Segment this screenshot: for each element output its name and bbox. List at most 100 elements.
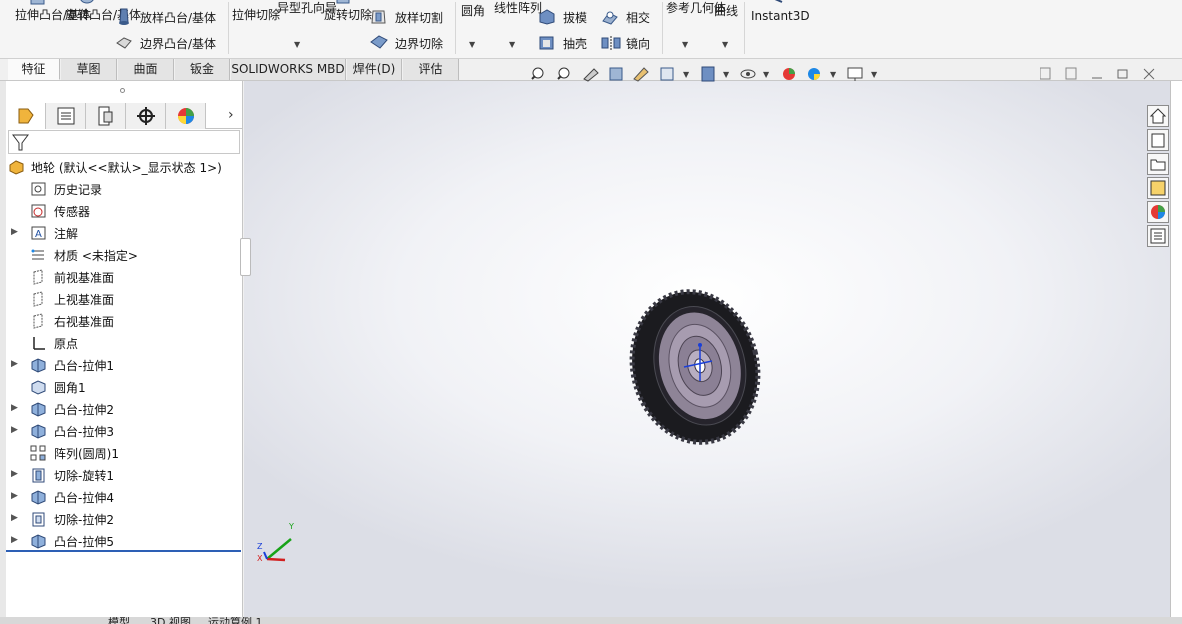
design-library-button[interactable]: [1147, 129, 1169, 151]
chevron-right-icon[interactable]: ›: [228, 107, 234, 123]
expand-arrow-icon[interactable]: ▶: [11, 535, 18, 545]
instant3d-icon: [766, 0, 784, 6]
linear-pattern-dropdown-icon[interactable]: ▼: [509, 40, 515, 49]
dimxpert-tab[interactable]: [126, 103, 166, 129]
tab-model[interactable]: 模型: [108, 617, 130, 624]
ribbon-separator: [228, 2, 229, 54]
view-settings-icon: [847, 67, 863, 81]
tree-item-sensors[interactable]: 传感器: [0, 200, 240, 222]
feature-manager-tab[interactable]: [6, 103, 46, 129]
tree-item-origin[interactable]: 原点: [0, 332, 240, 354]
expand-arrow-icon[interactable]: ▶: [11, 469, 18, 479]
solidworks-resources-button[interactable]: [1147, 105, 1169, 127]
curves-dropdown-icon[interactable]: ▼: [722, 40, 728, 49]
expand-arrow-icon[interactable]: ▶: [11, 425, 18, 435]
instant3d-button[interactable]: Instant3D: [751, 9, 810, 23]
rollback-bar[interactable]: [6, 550, 241, 552]
tree-item-cut-extrude2[interactable]: ▶ 切除-拉伸2: [0, 508, 240, 530]
tab-motion-study[interactable]: 运动算例 1: [208, 617, 263, 624]
view-palette-button[interactable]: [1147, 177, 1169, 199]
linear-pattern-button[interactable]: 线性阵列: [494, 2, 542, 15]
loft-boss-button[interactable]: 放样凸台/基体: [140, 9, 216, 26]
triad-x-label: X: [257, 554, 263, 563]
appearances-button[interactable]: [1147, 201, 1169, 223]
draft-button[interactable]: 拔模: [563, 9, 587, 26]
boundary-boss-icon: [115, 35, 132, 51]
crosshair-icon: [137, 107, 155, 125]
display-manager-tab[interactable]: [166, 103, 206, 129]
intersect-button[interactable]: 相交: [626, 9, 650, 26]
history-feature-icon: [31, 182, 46, 196]
wheel-3d-model[interactable]: [620, 285, 770, 450]
tree-item-fillet1[interactable]: 圆角1: [0, 376, 240, 398]
tree-item-top-plane[interactable]: 上视基准面: [0, 288, 240, 310]
hole-wizard-dropdown-icon[interactable]: ▼: [294, 40, 300, 49]
boss-feature-icon: [31, 424, 46, 439]
tree-item-circular-pattern1[interactable]: 阵列(圆周)1: [0, 442, 240, 464]
tree-item-boss-extrude4[interactable]: ▶ 凸台-拉伸4: [0, 486, 240, 508]
revolve-cut-button[interactable]: 旋转切除: [324, 9, 372, 22]
fillet-feature-icon: [31, 380, 46, 395]
expand-arrow-icon[interactable]: ▶: [11, 513, 18, 523]
intersect-icon: [601, 9, 618, 25]
tree-item-front-plane[interactable]: 前视基准面: [0, 266, 240, 288]
tree-filter-box[interactable]: [8, 130, 240, 154]
expand-arrow-icon[interactable]: ▶: [11, 491, 18, 501]
part-name-label: 地轮 (默认<<默认>_显示状态 1>): [31, 161, 222, 175]
home-icon: [1149, 108, 1167, 124]
plane-feature-icon: [33, 291, 43, 307]
curves-button[interactable]: 曲线: [714, 2, 738, 19]
property-manager-tab[interactable]: [46, 103, 86, 129]
configuration-icon: [98, 106, 113, 126]
configuration-manager-tab[interactable]: [86, 103, 126, 129]
tree-root-part[interactable]: 地轮 (默认<<默认>_显示状态 1>): [0, 156, 240, 178]
hole-wizard-button[interactable]: 异型孔向导: [277, 2, 337, 15]
tab-solidworks-mbd[interactable]: SOLIDWORKS MBD: [231, 59, 346, 80]
boundary-boss-button[interactable]: 边界凸台/基体: [140, 35, 216, 52]
view-palette-icon: [1150, 180, 1166, 196]
tree-item-boss-extrude2[interactable]: ▶ 凸台-拉伸2: [0, 398, 240, 420]
custom-properties-button[interactable]: [1147, 225, 1169, 247]
ref-geometry-button[interactable]: 参考几何体: [666, 2, 726, 15]
tree-item-boss-extrude5[interactable]: ▶ 凸台-拉伸5: [0, 530, 240, 552]
tree-item-label: 阵列(圆周)1: [54, 447, 119, 461]
expand-arrow-icon[interactable]: ▶: [11, 227, 18, 237]
tree-item-right-plane[interactable]: 右视基准面: [0, 310, 240, 332]
extrude-boss-button[interactable]: 拉伸凸台/基体: [15, 9, 91, 22]
svg-text:▼: ▼: [683, 70, 690, 79]
tree-item-history[interactable]: 历史记录: [0, 178, 240, 200]
tab-surfaces[interactable]: 曲面: [118, 59, 174, 80]
file-explorer-button[interactable]: [1147, 153, 1169, 175]
shell-button[interactable]: 抽壳: [563, 35, 587, 52]
svg-text:▼: ▼: [871, 70, 878, 79]
tree-item-label: 切除-拉伸2: [54, 513, 114, 527]
expand-arrow-icon[interactable]: ▶: [11, 403, 18, 413]
tree-item-boss-extrude1[interactable]: ▶ 凸台-拉伸1: [0, 354, 240, 376]
boundary-cut-icon: [369, 34, 388, 50]
svg-text:▼: ▼: [830, 70, 837, 79]
revolve-boss-button[interactable]: 旋转凸台/基体: [65, 9, 141, 22]
panel-grip-icon[interactable]: [120, 88, 125, 93]
tab-features[interactable]: 特征: [8, 59, 60, 80]
tree-item-label: 凸台-拉伸4: [54, 491, 114, 505]
ref-geometry-dropdown-icon[interactable]: ▼: [682, 40, 688, 49]
tab-evaluate[interactable]: 评估: [403, 59, 459, 80]
expand-arrow-icon[interactable]: ▶: [11, 359, 18, 369]
panel-splitter-handle[interactable]: [240, 238, 251, 276]
tree-item-cut-revolve1[interactable]: ▶ 切除-旋转1: [0, 464, 240, 486]
tab-3d-views[interactable]: 3D 视图: [150, 617, 191, 624]
tab-sheet-metal[interactable]: 钣金: [175, 59, 230, 80]
folder-icon: [1150, 159, 1166, 171]
triad-y-label: Y: [289, 522, 294, 531]
loft-cut-button[interactable]: 放样切割: [395, 9, 443, 26]
tree-item-boss-extrude3[interactable]: ▶ 凸台-拉伸3: [0, 420, 240, 442]
tab-sketch[interactable]: 草图: [61, 59, 117, 80]
tree-item-material[interactable]: 材质 <未指定>: [0, 244, 240, 266]
fillet-dropdown-icon[interactable]: ▼: [469, 40, 475, 49]
fillet-button[interactable]: 圆角: [461, 2, 485, 19]
tree-item-annotations[interactable]: ▶ A 注解: [0, 222, 240, 244]
boundary-cut-button[interactable]: 边界切除: [395, 35, 443, 52]
tab-weldments[interactable]: 焊件(D): [347, 59, 402, 80]
extrude-cut-button[interactable]: 拉伸切除: [232, 9, 280, 22]
mirror-button[interactable]: 镜向: [626, 35, 650, 52]
